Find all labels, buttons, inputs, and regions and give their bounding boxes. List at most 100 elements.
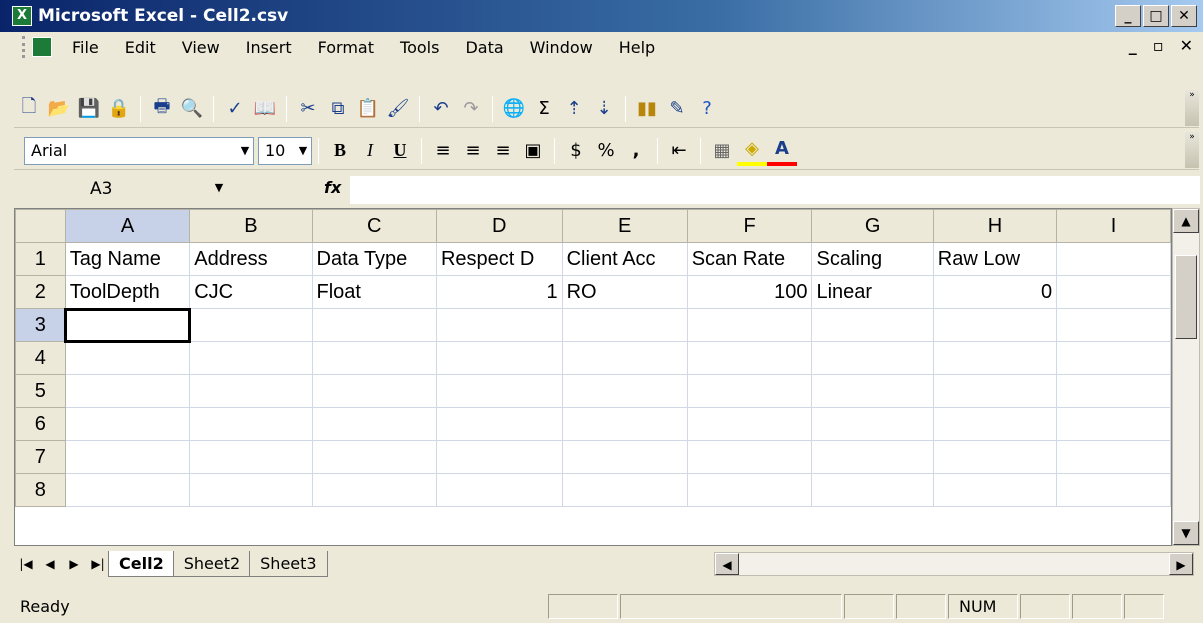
open-icon[interactable]: 📂 [44,94,74,124]
doc-restore-button[interactable]: ▫ [1153,36,1164,55]
cell[interactable]: 1 [435,275,563,309]
cell[interactable] [435,308,563,342]
first-sheet-icon[interactable]: |◀ [14,557,38,571]
cell[interactable] [811,308,934,342]
cell[interactable] [311,374,437,408]
cell[interactable] [811,407,934,441]
excel-app-icon[interactable]: X [12,6,32,26]
insert-function-icon[interactable]: fx [324,178,341,197]
cell[interactable] [311,407,437,441]
workbook-icon[interactable] [32,37,52,57]
column-header[interactable]: F [686,209,813,243]
row-header[interactable]: 8 [15,473,66,507]
cell[interactable]: Data Type [311,242,437,276]
cell[interactable] [189,473,313,507]
cell[interactable] [1056,374,1171,408]
column-header[interactable]: H [932,209,1058,243]
cell[interactable] [435,341,563,375]
column-header[interactable]: E [561,209,688,243]
cell[interactable] [189,341,313,375]
cell[interactable] [311,440,437,474]
cell[interactable] [435,407,563,441]
new-icon[interactable]: 🗋 [14,94,44,124]
cell[interactable] [64,473,191,507]
cell[interactable] [686,473,813,507]
scroll-down-icon[interactable]: ▼ [1173,521,1199,545]
print-icon[interactable]: 🖶 [147,94,177,124]
column-header[interactable]: B [189,209,313,243]
cell[interactable] [1056,473,1171,507]
cell[interactable]: Client Acc [561,242,688,276]
toolbar-options-chevron[interactable]: » [1185,132,1199,168]
cell[interactable] [311,308,437,342]
cell[interactable] [1056,407,1171,441]
cell[interactable] [311,473,437,507]
menu-tools[interactable]: Tools [387,38,452,57]
next-sheet-icon[interactable]: ▶ [62,557,86,571]
cell[interactable] [435,374,563,408]
cell[interactable]: Raw Low [932,242,1058,276]
cell[interactable] [811,440,934,474]
cell[interactable] [64,374,191,408]
borders-icon[interactable]: ▦ [707,136,737,166]
doc-minimize-button[interactable]: _ [1129,36,1137,55]
row-header[interactable]: 2 [15,275,66,309]
cell[interactable] [561,341,688,375]
align-center-icon[interactable]: ≡ [458,136,488,166]
cell[interactable]: Address [189,242,313,276]
scroll-left-icon[interactable]: ◀ [715,553,739,575]
active-cell[interactable] [64,307,191,343]
help-icon[interactable]: ? [692,94,722,124]
decrease-indent-icon[interactable]: ⇤ [664,136,694,166]
sort-ascending-icon[interactable]: ⇡ [559,94,589,124]
sheet-tab-sheet2[interactable]: Sheet2 [172,551,252,577]
minimize-button[interactable]: _ [1115,5,1141,27]
bold-button[interactable]: B [325,136,355,166]
cell[interactable] [1056,242,1171,276]
menu-help[interactable]: Help [606,38,668,57]
cell[interactable] [811,473,934,507]
toolbar-options-chevron[interactable]: » [1185,90,1199,126]
row-header[interactable]: 4 [15,341,66,375]
cell[interactable] [686,407,813,441]
spelling-icon[interactable]: ✓ [220,94,250,124]
drawing-icon[interactable]: ✎ [662,94,692,124]
hyperlink-icon[interactable]: 🌐 [499,94,529,124]
paste-icon[interactable]: 📋 [353,94,383,124]
menu-file[interactable]: File [66,38,112,57]
cell[interactable] [932,440,1058,474]
cell[interactable]: CJC [189,275,313,309]
sheet-tab-cell2[interactable]: Cell2 [108,551,175,577]
redo-icon[interactable]: ↷ [456,94,486,124]
menu-window[interactable]: Window [517,38,606,57]
cell[interactable]: Respect D [435,242,563,276]
cell[interactable] [686,308,813,342]
undo-icon[interactable]: ↶ [426,94,456,124]
maximize-button[interactable]: □ [1143,5,1169,27]
cell[interactable] [1056,440,1171,474]
name-box[interactable]: A3 ▼ [16,175,246,203]
cell[interactable]: ToolDepth [64,275,191,309]
menu-insert[interactable]: Insert [233,38,305,57]
vertical-scrollbar[interactable]: ▲ ▼ [1172,208,1200,546]
column-header[interactable]: D [435,209,563,243]
cell[interactable]: 100 [686,275,813,309]
cell[interactable] [561,473,688,507]
cell[interactable] [686,374,813,408]
row-header[interactable]: 5 [15,374,66,408]
merge-center-icon[interactable]: ▣ [518,136,548,166]
menu-view[interactable]: View [169,38,233,57]
cell[interactable]: Float [311,275,437,309]
cell[interactable] [932,473,1058,507]
chart-wizard-icon[interactable]: ▮▮ [632,94,662,124]
cell[interactable] [64,440,191,474]
cell[interactable] [686,341,813,375]
fill-color-icon[interactable]: ◈ [737,136,767,166]
last-sheet-icon[interactable]: ▶| [86,557,110,571]
doc-close-button[interactable]: ✕ [1180,36,1193,55]
row-header[interactable]: 6 [15,407,66,441]
scroll-right-icon[interactable]: ▶ [1169,553,1193,575]
cell[interactable] [932,341,1058,375]
font-size-select[interactable]: 10 ▼ [258,136,312,165]
scroll-thumb[interactable] [1175,255,1197,339]
